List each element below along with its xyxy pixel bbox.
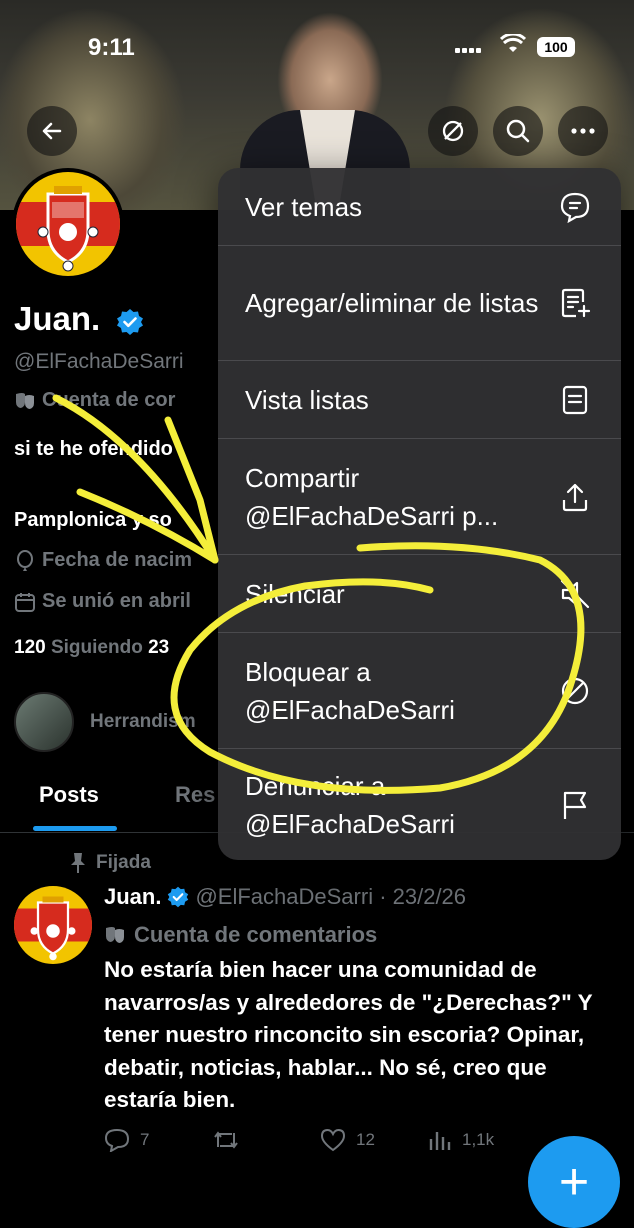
menu-item-vista-listas[interactable]: Vista listas [218,360,621,438]
wifi-icon [500,34,526,52]
menu-item-compartir[interactable]: Compartir @ElFachaDeSarri p... [218,438,621,554]
followers-count: 23 [148,637,170,658]
repost-icon [214,1131,238,1149]
profile-location-text: Pamplonica y so [14,509,172,531]
tab-replies[interactable]: Res [175,782,215,808]
more-button[interactable] [558,106,608,156]
followed-by-text: Herrandism [90,711,196,732]
flag-icon [557,787,593,823]
profile-handle: @ElFachaDeSarri [14,350,184,373]
list-add-icon [557,285,593,321]
follower-avatar [14,692,74,752]
views-button[interactable]: 1,1k [428,1128,536,1152]
active-tab-indicator [33,826,117,831]
views-bar-icon [429,1132,451,1150]
following-count: 120 [14,637,46,658]
pinned-indicator: Fijada [70,852,151,874]
heart-icon [320,1128,346,1152]
repost-button[interactable] [212,1128,320,1152]
back-button[interactable] [27,106,77,156]
post-account-type: Cuenta de comentarios [104,922,377,948]
share-icon [557,479,593,515]
tab-posts[interactable]: Posts [39,782,99,808]
theater-masks-icon [16,392,34,409]
arrow-left-icon [42,122,62,140]
post-account-type-text: Cuenta de comentarios [134,922,378,947]
birth-date-row: Fecha de nacim [14,549,192,572]
profile-name: Juan. [14,300,101,337]
menu-item-denunciar[interactable]: Denunciar a @ElFachaDeSarri [218,748,621,860]
grok-button[interactable] [428,106,478,156]
mute-icon [557,576,593,612]
reply-count: 7 [140,1130,150,1149]
calendar-icon [15,592,35,612]
post-text[interactable]: No estaría bien hacer una comunidad de n… [104,954,624,1117]
profile-avatar[interactable] [12,168,124,280]
menu-item-label: Bloquear a @ElFachaDeSarri [245,656,455,725]
menu-item-listas[interactable]: Agregar/eliminar de listas [218,245,621,360]
pinned-label: Fijada [96,852,151,873]
balloon-icon [17,549,33,571]
profile-bio: si te he ofendido [14,438,173,460]
post-author-avatar[interactable] [14,886,92,964]
profile-overflow-menu: Ver temas Agregar/eliminar de listas Vis… [218,168,621,860]
cellular-signal-icon [455,40,483,58]
menu-item-label: Denunciar a @ElFachaDeSarri [245,770,455,839]
compose-fab[interactable]: + [528,1136,620,1228]
ellipsis-icon [571,128,595,134]
joined-row: Se unió en abril [14,590,191,613]
reply-icon [104,1128,130,1152]
topics-icon [557,189,593,225]
grok-icon [442,120,464,142]
reply-button[interactable]: 7 [104,1128,212,1152]
theater-masks-icon [106,927,124,943]
followed-by-row[interactable]: Herrandism [14,692,196,752]
like-button[interactable]: 12 [320,1128,428,1152]
views-count: 1,1k [462,1130,495,1149]
status-time: 9:11 [88,34,135,61]
following-label: Siguiendo [50,637,143,658]
post-header: Juan. @ElFachaDeSarri · 23/2/26 [104,884,466,910]
block-icon [557,673,593,709]
menu-item-label: Silenciar [245,578,345,609]
menu-item-silenciar[interactable]: Silenciar [218,554,621,632]
club-crest-logo [16,172,120,276]
menu-item-label: Agregar/eliminar de listas [245,288,539,318]
menu-item-bloquear[interactable]: Bloquear a @ElFachaDeSarri [218,632,621,748]
menu-item-label: Compartir @ElFachaDeSarri p... [245,462,499,531]
battery-indicator: 100 [537,37,575,57]
follow-stats[interactable]: 120 Siguiendo 23 [14,637,169,659]
search-icon [506,119,530,143]
account-label-text: Cuenta de cor [42,389,176,411]
list-icon [557,382,593,418]
birth-date-text: Fecha de nacim [42,549,193,571]
menu-item-label: Ver temas [245,191,363,222]
joined-text: Se unió en abril [42,590,191,612]
pin-icon [71,853,85,873]
post-author-name[interactable]: Juan. [104,884,161,910]
like-count: 12 [356,1130,375,1149]
search-button[interactable] [493,106,543,156]
menu-item-label: Vista listas [245,384,369,415]
club-crest-logo [14,886,92,964]
post-handle-date: @ElFachaDeSarri · 23/2/26 [195,884,467,909]
verified-badge-icon[interactable] [116,308,144,336]
account-label-row: Cuenta de cor [14,389,175,412]
menu-item-ver-temas[interactable]: Ver temas [218,168,621,245]
verified-badge-icon [168,886,189,908]
